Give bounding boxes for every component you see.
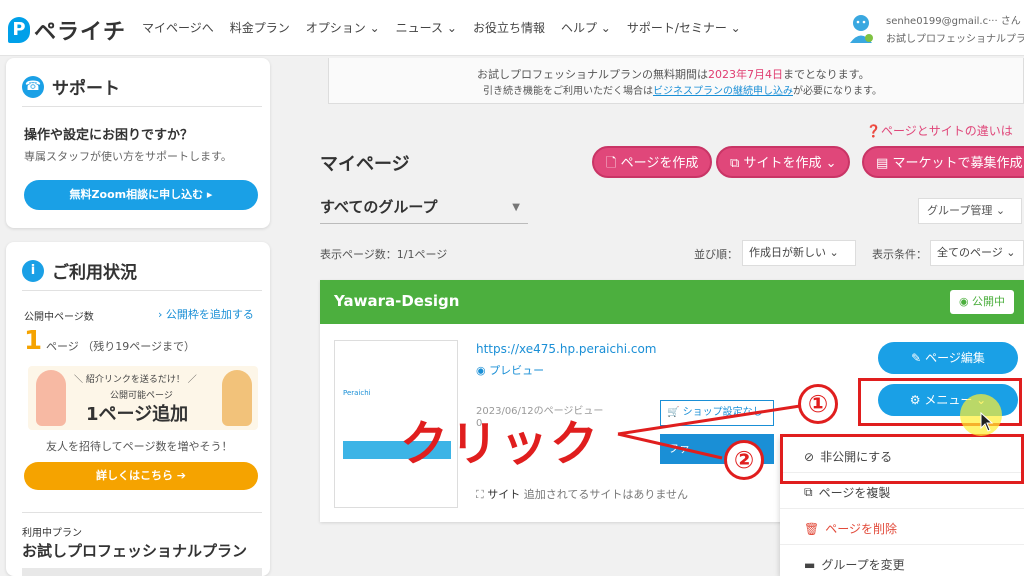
cursor-icon [980,412,994,432]
annotation-box-unpublish [780,434,1024,484]
annotation-arrows [617,404,801,460]
annotation-step-2: ② [724,440,764,480]
annotation-click-text: クリック [400,416,601,472]
annotation-step-1: ① [798,384,838,424]
